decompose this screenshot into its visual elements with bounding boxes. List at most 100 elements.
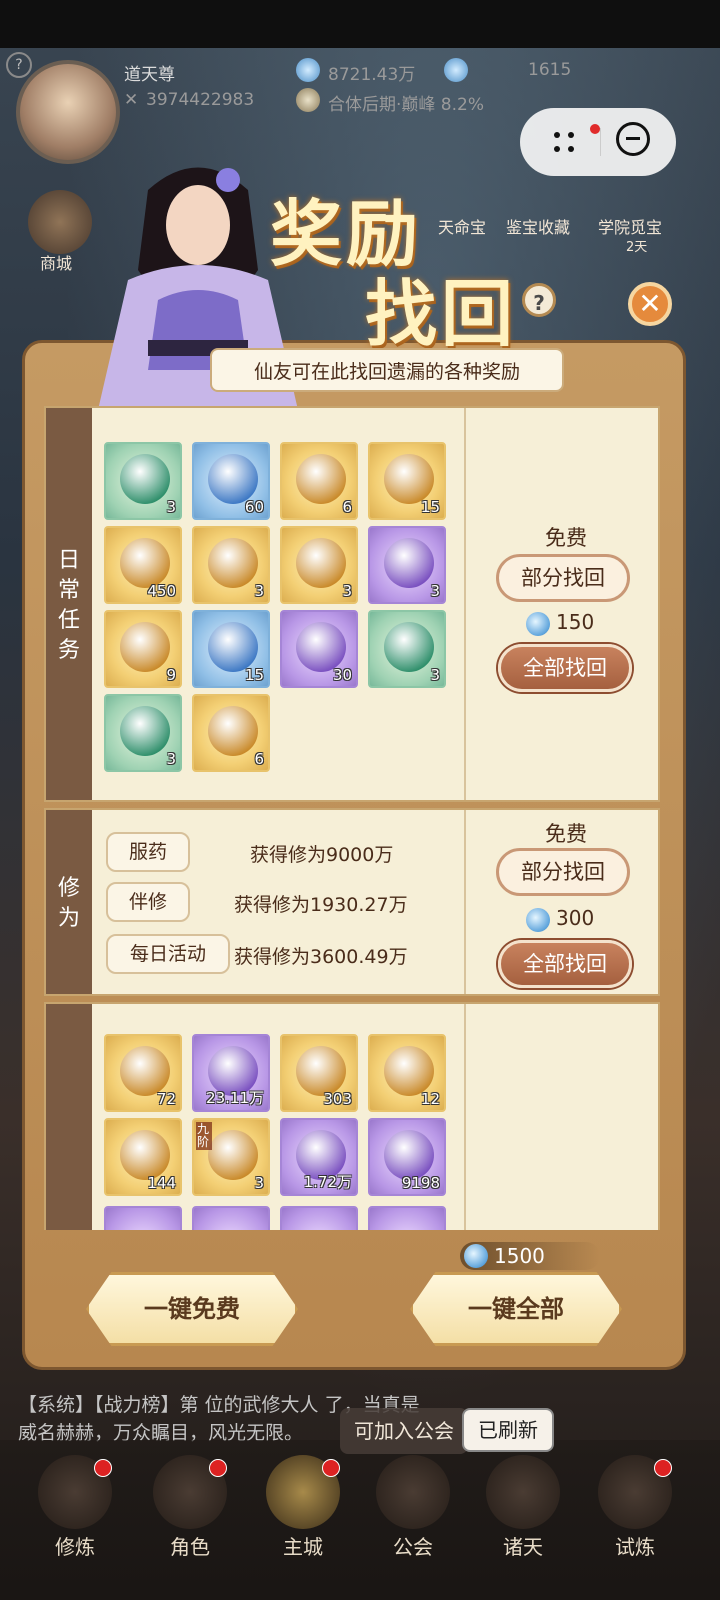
nav-worlds[interactable]: 诸天 xyxy=(478,1455,568,1560)
more-menu-icon[interactable] xyxy=(554,130,584,154)
daily-full-recover-button[interactable]: 全部找回 xyxy=(498,644,632,692)
partial-item-tile[interactable] xyxy=(192,1206,270,1230)
reward-item-tile[interactable]: 9 xyxy=(104,610,182,688)
material-section[interactable]: 72 23.11万 303 12 144 九阶 3 1.72万 9198 xyxy=(44,1002,660,1230)
paper-scroll-icon xyxy=(296,454,346,504)
shop-icon[interactable] xyxy=(28,190,92,254)
item-count: 3 xyxy=(430,582,440,600)
status-bar xyxy=(0,0,720,48)
reward-item-tile[interactable]: 6 xyxy=(192,694,270,772)
xiuwei-text-medicine: 获得修为9000万 xyxy=(250,844,394,866)
daily-task-label-3: 任 xyxy=(57,608,80,633)
item-count: 15 xyxy=(244,666,264,684)
xiuwei-cost-value: 300 xyxy=(556,906,595,930)
item-count: 6 xyxy=(254,750,264,768)
reward-item-tile[interactable]: 3 xyxy=(192,526,270,604)
reward-item-tile[interactable]: 144 xyxy=(104,1118,182,1196)
reward-item-tile[interactable]: 15 xyxy=(368,442,446,520)
reward-item-tile[interactable]: 九阶 3 xyxy=(192,1118,270,1196)
blue-flask-icon xyxy=(296,1046,346,1096)
stone-egg-icon xyxy=(120,1130,170,1180)
nav-label: 试炼 xyxy=(615,1535,655,1559)
nav-label: 角色 xyxy=(170,1535,210,1559)
power-icon: ✕ xyxy=(124,90,139,110)
join-guild-tooltip[interactable]: 可加入公会 xyxy=(340,1408,468,1454)
badge-icon xyxy=(322,1459,340,1477)
section-tab xyxy=(46,1004,92,1230)
partial-item-tile[interactable] xyxy=(280,1206,358,1230)
nav-guild[interactable]: 公会 xyxy=(368,1455,458,1560)
miniprogram-capsule xyxy=(520,108,676,176)
help-button[interactable]: ? xyxy=(522,283,556,317)
nav-character[interactable]: 角色 xyxy=(145,1455,235,1560)
xiuwei-text-partner: 获得修为1930.27万 xyxy=(234,894,408,916)
daily-task-label-1: 日 xyxy=(57,548,80,573)
top-help-icon[interactable]: ? xyxy=(6,52,32,78)
section-divider xyxy=(464,1004,466,1230)
player-avatar[interactable] xyxy=(16,60,120,164)
item-count: 3 xyxy=(166,498,176,516)
blue-potion-icon xyxy=(384,454,434,504)
partial-item-tile[interactable] xyxy=(104,1206,182,1230)
side-label-2: 鉴宝收藏 xyxy=(506,218,571,237)
item-count: 9198 xyxy=(401,1174,440,1192)
item-count: 72 xyxy=(156,1090,176,1108)
daily-task-label-4: 务 xyxy=(57,638,80,663)
notification-dot-icon xyxy=(590,124,600,134)
item-count: 6 xyxy=(342,498,352,516)
reward-item-tile[interactable]: 3 xyxy=(104,442,182,520)
reward-item-tile[interactable]: 3 xyxy=(280,526,358,604)
nav-city[interactable]: 主城 xyxy=(258,1455,348,1560)
reward-item-tile[interactable]: 3 xyxy=(368,526,446,604)
reward-item-tile[interactable]: 60 xyxy=(192,442,270,520)
daily-free-label: 免费 xyxy=(545,526,587,550)
cultivation-section: 修 为 服药 获得修为9000万 伴修 获得修为1930.27万 每日活动 获得… xyxy=(44,808,660,996)
one-click-all-button[interactable]: 一键全部 xyxy=(410,1272,622,1346)
golden-cauldron-icon xyxy=(296,538,346,588)
reward-item-tile[interactable]: 450 xyxy=(104,526,182,604)
item-count: 9 xyxy=(166,666,176,684)
minimize-icon[interactable] xyxy=(616,122,650,156)
shop-label: 商城 xyxy=(40,254,73,273)
reward-item-tile[interactable]: 30 xyxy=(280,610,358,688)
realm-icon xyxy=(296,88,320,112)
total-cost-value: 1500 xyxy=(494,1244,545,1268)
amber-ore-icon xyxy=(384,1130,434,1180)
xiuwei-partial-recover-button[interactable]: 部分找回 xyxy=(496,848,630,896)
nav-cultivate[interactable]: 修炼 xyxy=(30,1455,120,1560)
reward-item-tile[interactable]: 1.72万 xyxy=(280,1118,358,1196)
item-count: 3 xyxy=(430,666,440,684)
reward-item-tile[interactable]: 12 xyxy=(368,1034,446,1112)
dragon-jade-icon xyxy=(120,538,170,588)
pomegranate-icon xyxy=(384,1046,434,1096)
silk-scroll-icon xyxy=(384,538,434,588)
xiuwei-full-recover-button[interactable]: 全部找回 xyxy=(498,940,632,988)
item-count: 15 xyxy=(420,498,440,516)
xiuwei-tag-medicine: 服药 xyxy=(106,832,190,872)
daily-partial-recover-button[interactable]: 部分找回 xyxy=(496,554,630,602)
daily-task-section: 日 常 任 务 3 60 6 15 450 3 3 3 9 15 30 3 3 6 免费 部分找回 150… xyxy=(44,406,660,802)
reward-item-tile[interactable]: 3 xyxy=(104,694,182,772)
daily-task-label-2: 常 xyxy=(57,578,80,603)
section-divider xyxy=(464,408,466,800)
nav-trial[interactable]: 试炼 xyxy=(590,1455,680,1560)
reward-item-tile[interactable]: 303 xyxy=(280,1034,358,1112)
ancient-book-icon xyxy=(120,622,170,672)
item-count: 303 xyxy=(323,1090,352,1108)
reward-item-tile[interactable]: 72 xyxy=(104,1034,182,1112)
reward-item-tile[interactable]: 3 xyxy=(368,610,446,688)
guild-icon xyxy=(376,1455,450,1529)
close-button[interactable]: ✕ xyxy=(628,282,672,326)
reward-item-tile[interactable]: 15 xyxy=(192,610,270,688)
popup-subtitle: 仙友可在此找回遗漏的各种奖励 xyxy=(210,348,564,392)
one-click-free-button[interactable]: 一键免费 xyxy=(86,1272,298,1346)
gem-icon xyxy=(444,58,468,82)
item-count: 60 xyxy=(244,498,264,516)
scroll-red-icon xyxy=(120,454,170,504)
currency-value: 8721.43万 xyxy=(328,65,416,85)
reward-item-tile[interactable]: 23.11万 xyxy=(192,1034,270,1112)
reward-item-tile[interactable]: 6 xyxy=(280,442,358,520)
green-scroll-icon xyxy=(384,622,434,672)
reward-item-tile[interactable]: 9198 xyxy=(368,1118,446,1196)
partial-item-tile[interactable] xyxy=(368,1206,446,1230)
